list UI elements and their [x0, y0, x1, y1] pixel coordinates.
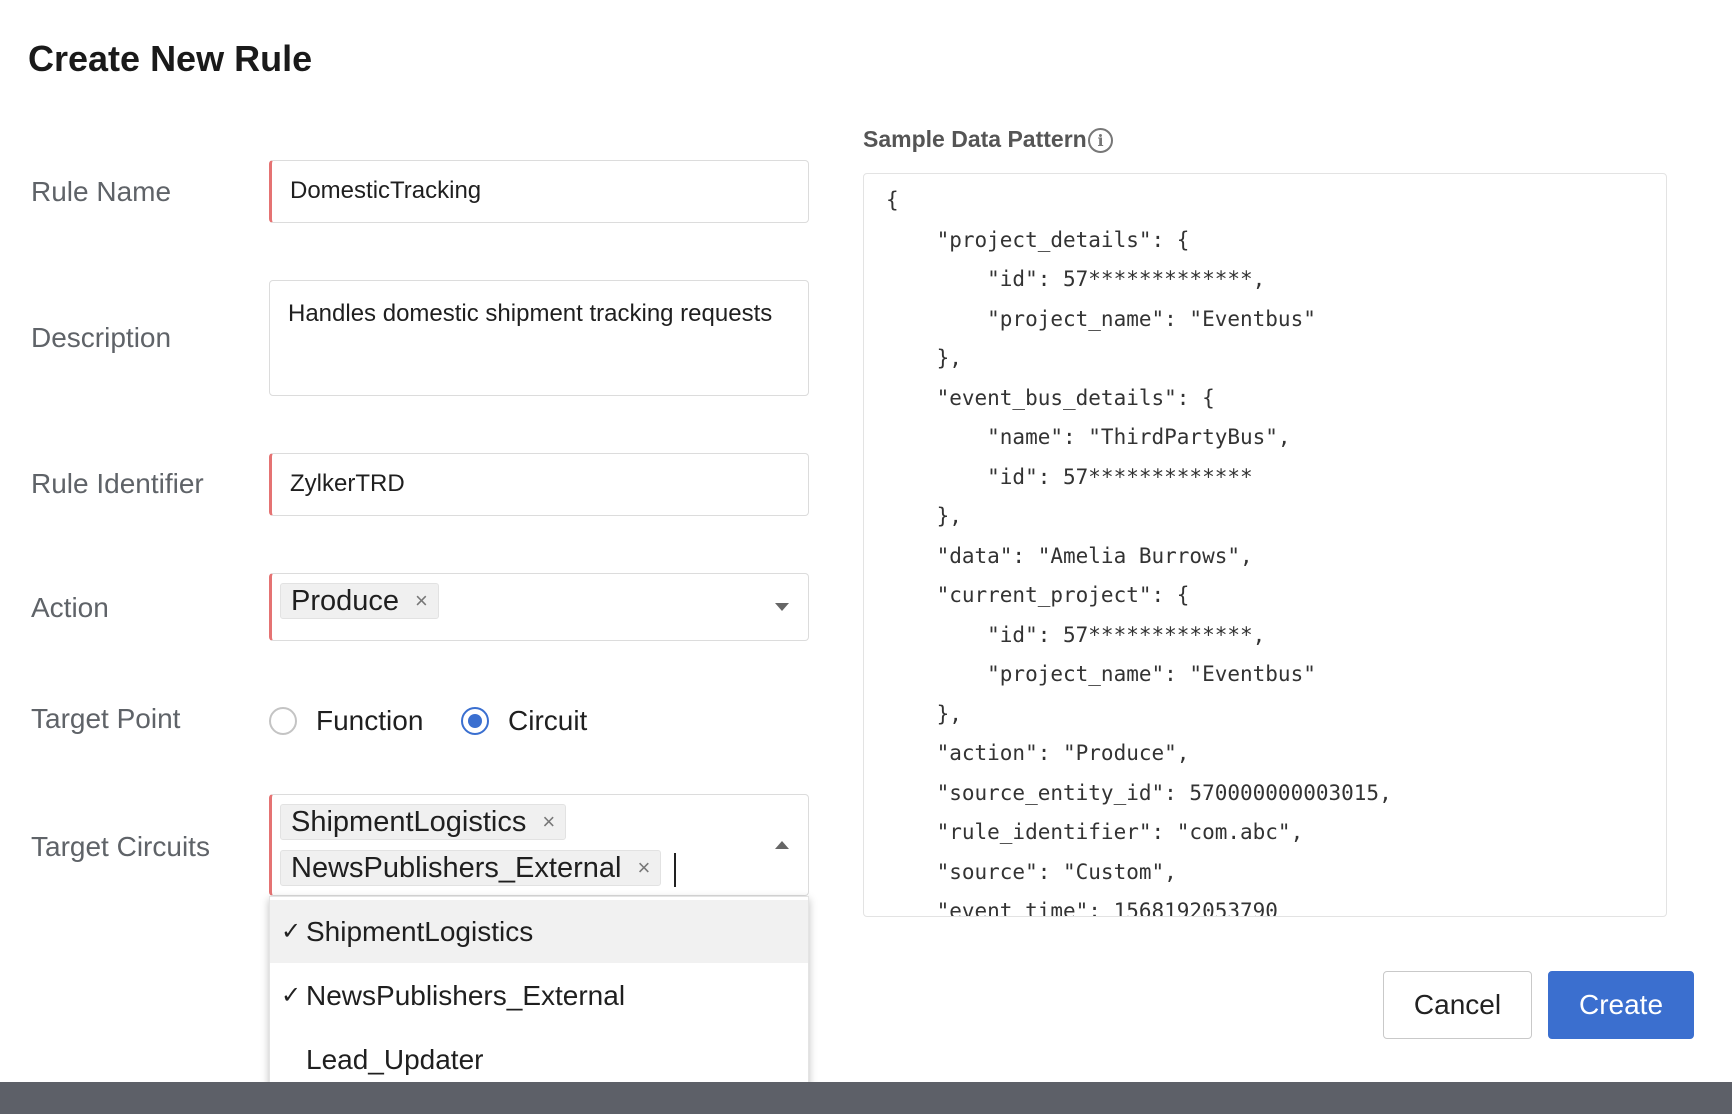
- radio-function[interactable]: [269, 707, 297, 735]
- code-line: "source_entity_id": 570000000003015,: [886, 780, 1392, 805]
- code-line: "project_name": "Eventbus": [886, 662, 1316, 686]
- action-chip: Produce ×: [280, 583, 439, 619]
- close-icon[interactable]: ×: [542, 809, 555, 835]
- code-line: },: [886, 701, 962, 726]
- code-line: "id": 57*************: [886, 464, 1253, 489]
- code-line: "action": "Produce",: [886, 741, 1190, 765]
- code-line: "rule_identifier": "com.abc",: [886, 820, 1304, 844]
- cancel-button[interactable]: Cancel: [1383, 971, 1532, 1039]
- chevron-down-icon[interactable]: [775, 603, 789, 611]
- code-line: "event_bus_details": {: [886, 385, 1215, 410]
- target-point-label: Target Point: [31, 703, 181, 734]
- radio-circuit-label[interactable]: Circuit: [508, 705, 587, 737]
- code-line: "data": "Amelia Burrows",: [886, 543, 1253, 568]
- code-line: "source": "Custom",: [886, 859, 1177, 884]
- code-line: {: [886, 188, 899, 212]
- rule-name-label: Rule Name: [31, 176, 172, 207]
- radio-function-label[interactable]: Function: [316, 705, 423, 737]
- target-circuit-chip: NewsPublishers_External ×: [280, 850, 662, 886]
- code-line: },: [886, 346, 962, 370]
- close-icon[interactable]: ×: [637, 855, 650, 881]
- radio-circuit[interactable]: [461, 707, 489, 735]
- rule-identifier-value: ZylkerTRD: [290, 470, 405, 497]
- close-icon[interactable]: ×: [415, 588, 428, 614]
- action-label: Action: [31, 592, 109, 623]
- modal-title: Create New Rule: [28, 38, 313, 79]
- dropdown-option-label: ShipmentLogistics: [306, 915, 534, 947]
- rule-name-input[interactable]: DomesticTracking: [269, 160, 809, 223]
- code-line: "project_name": "Eventbus": [886, 306, 1316, 331]
- rule-identifier-label: Rule Identifier: [31, 468, 204, 499]
- dropdown-option-label: Lead_Updater: [306, 1043, 484, 1075]
- action-chip-label: Produce: [291, 584, 400, 617]
- description-textarea[interactable]: Handles domestic shipment tracking reque…: [269, 280, 809, 396]
- check-icon: ✓: [281, 918, 302, 945]
- info-icon[interactable]: i: [1088, 128, 1113, 153]
- check-icon: ✓: [281, 982, 302, 1009]
- dropdown-option-label: NewsPublishers_External: [306, 979, 626, 1011]
- code-line: "name": "ThirdPartyBus",: [886, 425, 1291, 449]
- modal-backdrop: [0, 1082, 1732, 1114]
- target-circuits-label: Target Circuits: [31, 831, 210, 862]
- target-circuit-chip: ShipmentLogistics ×: [280, 804, 567, 840]
- action-select[interactable]: Produce ×: [269, 573, 809, 641]
- create-rule-modal: Create New Rule Rule Name DomesticTracki…: [0, 0, 1732, 1092]
- chevron-up-icon[interactable]: [775, 841, 789, 849]
- target-circuits-select[interactable]: ShipmentLogistics × NewsPublishers_Exter…: [269, 794, 809, 896]
- sample-data-pattern-label: Sample Data Pattern: [863, 126, 1087, 152]
- code-line: "project_details": {: [886, 227, 1190, 252]
- code-line: },: [886, 504, 962, 528]
- description-value: Handles domestic shipment tracking reque…: [288, 300, 773, 327]
- dropdown-option-shipmentlogistics[interactable]: ✓ ShipmentLogistics: [270, 900, 808, 963]
- sample-data-code[interactable]: { "project_details": { "id": 57*********…: [863, 173, 1667, 917]
- code-line: "current_project": {: [886, 583, 1190, 607]
- rule-name-value: DomesticTracking: [290, 177, 482, 204]
- rule-identifier-input[interactable]: ZylkerTRD: [269, 453, 809, 516]
- code-line: "event_time": 1568192053790: [886, 899, 1278, 917]
- target-circuit-chip-label: ShipmentLogistics: [291, 805, 527, 838]
- target-circuit-chip-label: NewsPublishers_External: [291, 851, 622, 884]
- target-circuits-dropdown: ✓ ShipmentLogistics ✓ NewsPublishers_Ext…: [269, 896, 809, 1092]
- dropdown-option-newspublishers-external[interactable]: ✓ NewsPublishers_External: [270, 964, 808, 1027]
- description-label: Description: [31, 322, 172, 353]
- text-cursor: [674, 853, 676, 887]
- create-button[interactable]: Create: [1548, 971, 1694, 1039]
- code-line: "id": 57*************,: [886, 622, 1266, 647]
- code-line: "id": 57*************,: [886, 267, 1266, 291]
